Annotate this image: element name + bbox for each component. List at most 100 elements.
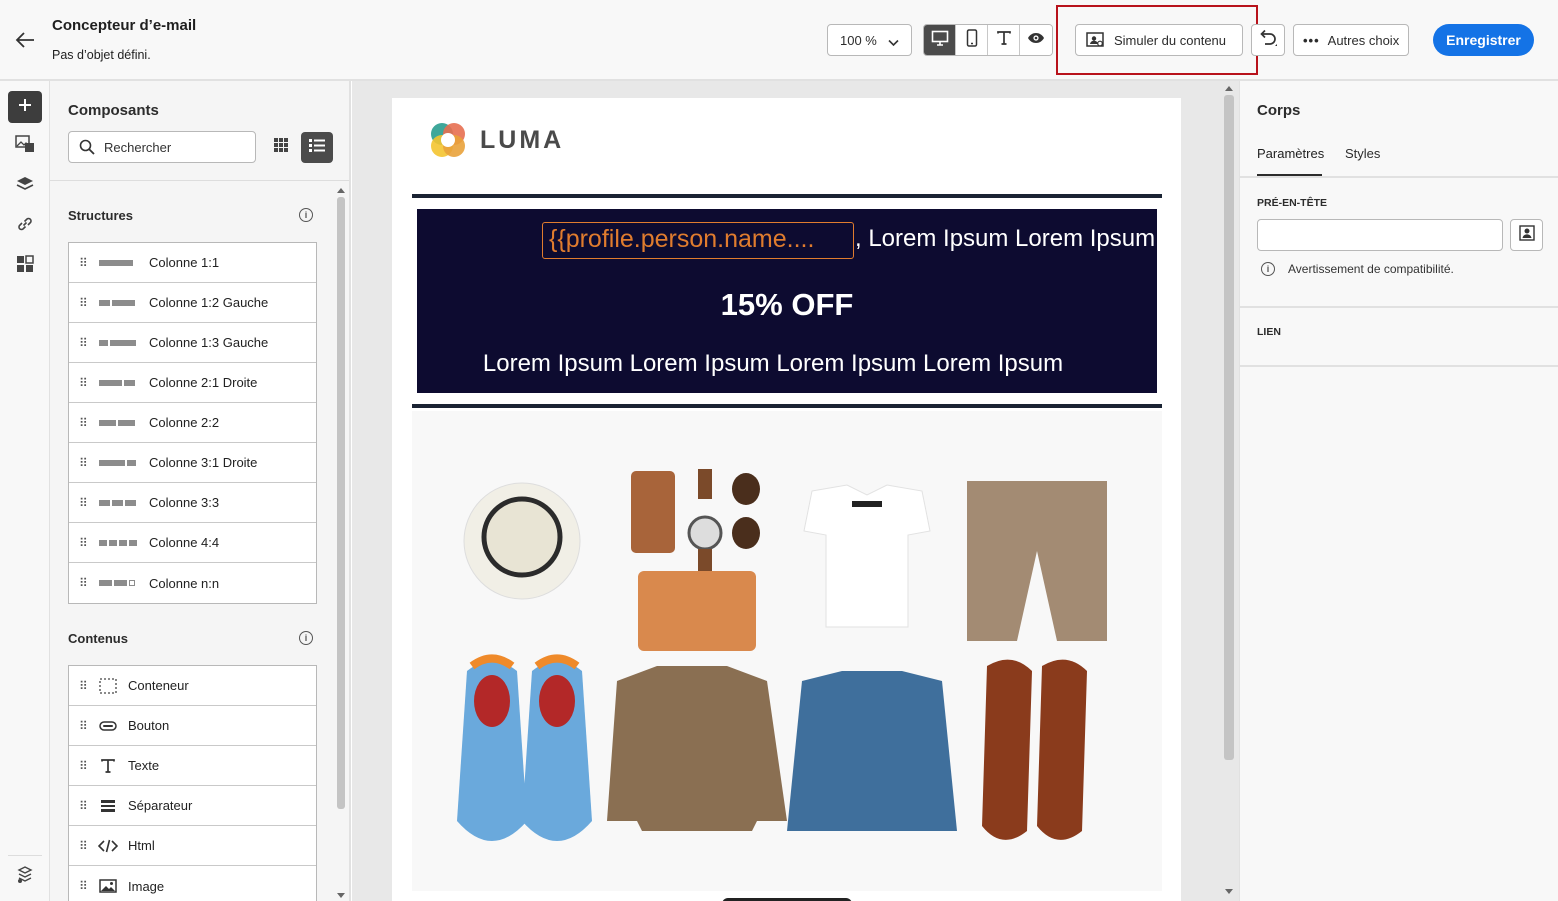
button-icon [96, 720, 120, 731]
add-components-button[interactable] [8, 91, 42, 123]
product-image[interactable] [412, 411, 1162, 891]
grid-view-button[interactable] [265, 132, 297, 163]
drag-handle-icon[interactable]: ⠿ [79, 416, 91, 430]
page-subtitle: Pas d’objet défini. [52, 48, 151, 62]
scrollbar-thumb[interactable] [337, 197, 345, 809]
preheader-input[interactable] [1257, 219, 1503, 251]
content-item[interactable]: ⠿ Conteneur [69, 666, 316, 706]
scroll-up-icon[interactable] [337, 187, 345, 193]
preview-button[interactable] [1020, 25, 1052, 55]
drag-handle-icon[interactable]: ⠿ [79, 296, 91, 310]
structure-item[interactable]: ⠿ Colonne 4:4 [69, 523, 316, 563]
assets-button[interactable] [8, 130, 42, 162]
structures-list: ⠿ Colonne 1:1 ⠿ Colonne 1:2 Gauche ⠿ Colonne … [68, 242, 317, 604]
scroll-down-icon[interactable] [1225, 889, 1233, 895]
drag-handle-icon[interactable]: ⠿ [79, 536, 91, 550]
drag-handle-icon[interactable]: ⠿ [79, 719, 91, 733]
desktop-view-button[interactable] [924, 25, 956, 55]
structure-item[interactable]: ⠿ Colonne 1:2 Gauche [69, 283, 316, 323]
person-card-icon [1518, 224, 1535, 246]
list-view-button[interactable] [301, 132, 333, 163]
link-label: LIEN [1257, 326, 1281, 338]
drag-handle-icon[interactable]: ⠿ [79, 759, 91, 773]
save-button[interactable]: Enregistrer [1433, 24, 1534, 56]
drag-handle-icon[interactable]: ⠿ [79, 576, 91, 590]
luma-logo[interactable]: LUMA [428, 120, 564, 160]
plus-icon [18, 98, 32, 117]
code-icon [96, 839, 120, 853]
drag-handle-icon[interactable]: ⠿ [79, 336, 91, 350]
image-icon [96, 879, 120, 893]
undo-button[interactable] [1251, 24, 1285, 56]
chevron-down-icon [888, 35, 899, 50]
hero-greeting-text[interactable]: , Lorem Ipsum Lorem Ipsum [855, 225, 1155, 253]
components-panel: Composants Rechercher Structures i ⠿ Colo… [50, 81, 351, 901]
text-view-button[interactable] [988, 25, 1020, 55]
section-divider [1240, 365, 1558, 367]
content-label: Conteneur [128, 678, 189, 693]
column-layout-icon [99, 580, 137, 586]
drag-handle-icon[interactable]: ⠿ [79, 879, 91, 893]
left-rail [0, 81, 50, 901]
structure-item[interactable]: ⠿ Colonne 3:1 Droite [69, 443, 316, 483]
more-options-button[interactable]: ••• Autres choix [1293, 24, 1409, 56]
structure-item[interactable]: ⠿ Colonne 1:1 [69, 243, 316, 283]
links-button[interactable] [8, 210, 42, 242]
preheader-label: PRÉ-EN-TÊTE [1257, 197, 1328, 209]
personalization-token[interactable]: {{profile.person.name.... [542, 222, 854, 259]
layers-settings-button[interactable] [8, 861, 42, 893]
fragments-icon [16, 254, 34, 278]
compatibility-warning-text: Avertissement de compatibilité. [1288, 262, 1454, 276]
info-icon[interactable]: i [299, 631, 313, 645]
drag-handle-icon[interactable]: ⠿ [79, 256, 91, 270]
components-scrollbar[interactable] [335, 187, 347, 901]
content-label: Texte [128, 758, 160, 773]
email-body[interactable]: LUMA {{profile.person.name.... , Lorem I… [392, 98, 1181, 901]
tab-styles[interactable]: Styles [1345, 146, 1380, 161]
structure-item[interactable]: ⠿ Colonne 3:3 [69, 483, 316, 523]
navigation-tree-button[interactable] [8, 170, 42, 202]
components-search-input[interactable]: Rechercher [68, 131, 256, 163]
hero-banner[interactable]: {{profile.person.name.... , Lorem Ipsum … [417, 209, 1157, 393]
back-arrow-icon[interactable] [14, 30, 36, 50]
column-layout-icon [99, 339, 137, 346]
layers-settings-icon [16, 865, 34, 889]
container-icon [96, 677, 120, 694]
drag-handle-icon[interactable]: ⠿ [79, 496, 91, 510]
content-item[interactable]: ⠿ Texte [69, 746, 316, 786]
mobile-view-button[interactable] [956, 25, 988, 55]
scroll-down-icon[interactable] [337, 893, 345, 899]
structure-label: Colonne 1:2 Gauche [149, 295, 269, 310]
contents-list: ⠿ Conteneur ⠿ Bouton ⠿ Texte ⠿ Séparateur ⠿ Html ⠿… [68, 665, 317, 901]
divider-line[interactable] [412, 404, 1162, 408]
tab-parametres[interactable]: Paramètres [1257, 146, 1324, 161]
hero-offer-text[interactable]: 15% OFF [417, 287, 1157, 323]
content-item[interactable]: ⠿ Bouton [69, 706, 316, 746]
zoom-select[interactable]: 100 % [827, 24, 912, 56]
drag-handle-icon[interactable]: ⠿ [79, 839, 91, 853]
drag-handle-icon[interactable]: ⠿ [79, 456, 91, 470]
content-item[interactable]: ⠿ Html [69, 826, 316, 866]
info-icon[interactable]: i [299, 208, 313, 222]
drag-handle-icon[interactable]: ⠿ [79, 679, 91, 693]
section-divider [1240, 306, 1558, 308]
content-item[interactable]: ⠿ Image [69, 866, 316, 901]
hero-body-text[interactable]: Lorem Ipsum Lorem Ipsum Lorem Ipsum Lore… [417, 350, 1129, 378]
divider-line[interactable] [412, 194, 1162, 198]
scroll-up-icon[interactable] [1225, 85, 1233, 91]
structure-item[interactable]: ⠿ Colonne 2:1 Droite [69, 363, 316, 403]
structure-item[interactable]: ⠿ Colonne 1:3 Gauche [69, 323, 316, 363]
structure-item[interactable]: ⠿ Colonne n:n [69, 563, 316, 603]
content-item[interactable]: ⠿ Séparateur [69, 786, 316, 826]
fragments-button[interactable] [8, 250, 42, 282]
structure-item[interactable]: ⠿ Colonne 2:2 [69, 403, 316, 443]
simulate-icon [1086, 32, 1104, 48]
drag-handle-icon[interactable]: ⠿ [79, 799, 91, 813]
ellipsis-icon: ••• [1303, 32, 1320, 48]
canvas-scrollbar[interactable] [1222, 85, 1236, 897]
drag-handle-icon[interactable]: ⠿ [79, 376, 91, 390]
assets-icon [15, 134, 35, 158]
simulate-content-button[interactable]: Simuler du contenu [1075, 24, 1243, 56]
scrollbar-thumb[interactable] [1224, 95, 1234, 760]
personalization-button[interactable] [1510, 219, 1543, 251]
